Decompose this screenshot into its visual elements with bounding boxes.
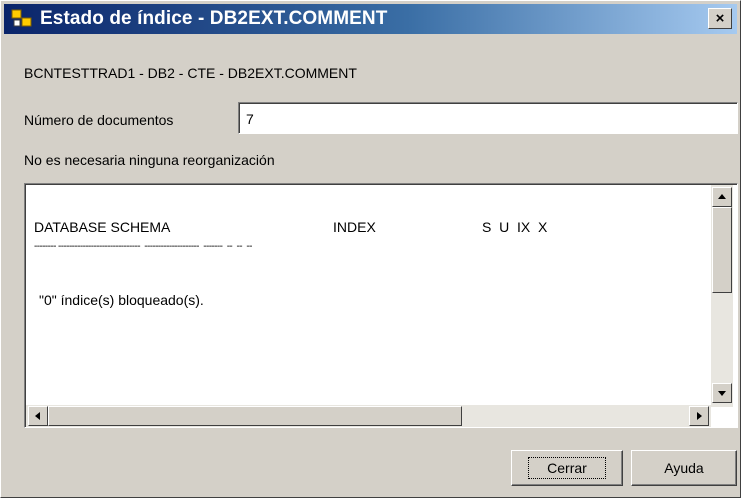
help-button-label: Ayuda: [664, 460, 704, 476]
document-count-field[interactable]: 7: [238, 102, 738, 134]
close-window-button[interactable]: ×: [708, 8, 732, 29]
output-header-index: INDEX: [333, 219, 376, 235]
scroll-right-button[interactable]: [689, 406, 709, 426]
output-header-flags: S U IX X: [482, 219, 548, 235]
horizontal-scrollbar[interactable]: [26, 405, 711, 427]
output-locked-message: "0" índice(s) bloqueado(s).: [39, 292, 204, 308]
title-bar[interactable]: Estado de índice - DB2EXT.COMMENT ×: [4, 4, 737, 34]
up-arrow-icon: [718, 194, 726, 199]
dialog-window: Estado de índice - DB2EXT.COMMENT × BCNT…: [0, 0, 741, 498]
object-path-label: BCNTESTTRAD1 - DB2 - CTE - DB2EXT.COMMEN…: [24, 65, 357, 81]
scroll-down-button[interactable]: [712, 383, 732, 403]
scroll-left-button[interactable]: [28, 406, 48, 426]
output-separator: -------- ------------------------------ …: [34, 241, 252, 252]
reorganization-status: No es necesaria ninguna reorganización: [24, 152, 275, 168]
right-arrow-icon: [697, 412, 702, 420]
vertical-scroll-thumb[interactable]: [712, 207, 732, 293]
down-arrow-icon: [718, 391, 726, 396]
horizontal-scroll-thumb[interactable]: [48, 406, 462, 426]
output-header-schema: DATABASE SCHEMA: [34, 219, 171, 235]
vertical-scrollbar[interactable]: [711, 185, 733, 407]
close-button-label: Cerrar: [528, 457, 606, 479]
close-button[interactable]: Cerrar: [511, 450, 623, 486]
scroll-up-button[interactable]: [712, 187, 732, 207]
window-title: Estado de índice - DB2EXT.COMMENT: [40, 8, 388, 29]
left-arrow-icon: [35, 412, 40, 420]
help-button[interactable]: Ayuda: [631, 450, 737, 486]
app-icon: [11, 9, 32, 27]
document-count-label: Número de documentos: [24, 112, 174, 128]
index-status-output[interactable]: DATABASE SCHEMA INDEX S U IX X -------- …: [24, 183, 738, 428]
close-icon: ×: [715, 10, 725, 27]
